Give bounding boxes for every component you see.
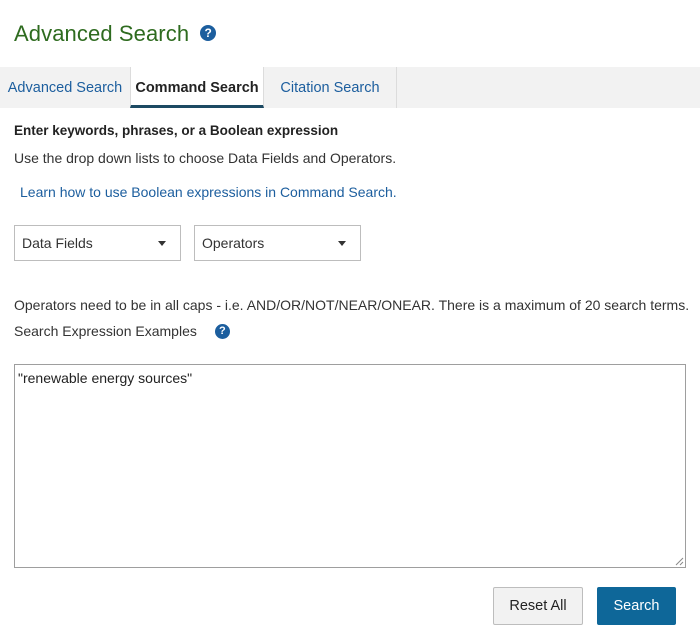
caret-down-icon xyxy=(158,241,166,246)
search-button[interactable]: Search xyxy=(597,587,676,625)
search-tabs: Advanced Search Command Search Citation … xyxy=(0,67,700,108)
instructions-text: Use the drop down lists to choose Data F… xyxy=(14,150,397,166)
data-fields-selected: Data Fields xyxy=(22,235,93,251)
examples-row: Search Expression Examples ? xyxy=(14,323,230,339)
data-fields-dropdown[interactable]: Data Fields xyxy=(14,225,181,261)
operators-selected: Operators xyxy=(202,235,265,251)
tab-citation-search[interactable]: Citation Search xyxy=(264,67,397,108)
examples-label: Search Expression Examples xyxy=(14,323,197,339)
tab-command-search[interactable]: Command Search xyxy=(130,67,264,108)
operators-dropdown[interactable]: Operators xyxy=(194,225,361,261)
question-circle-icon[interactable]: ? xyxy=(214,323,230,339)
tab-advanced-search[interactable]: Advanced Search xyxy=(0,67,130,108)
section-heading: Enter keywords, phrases, or a Boolean ex… xyxy=(14,123,339,138)
page-header: Advanced Search ? xyxy=(14,20,217,48)
page-title: Advanced Search xyxy=(14,21,190,46)
question-circle-icon[interactable]: ? xyxy=(200,24,217,41)
reset-all-button[interactable]: Reset All xyxy=(493,587,583,625)
search-expression-input[interactable]: "renewable energy sources" xyxy=(14,364,686,568)
boolean-help-link[interactable]: Learn how to use Boolean expressions in … xyxy=(20,184,397,200)
caret-down-icon xyxy=(338,241,346,246)
operators-note: Operators need to be in all caps - i.e. … xyxy=(14,297,690,313)
